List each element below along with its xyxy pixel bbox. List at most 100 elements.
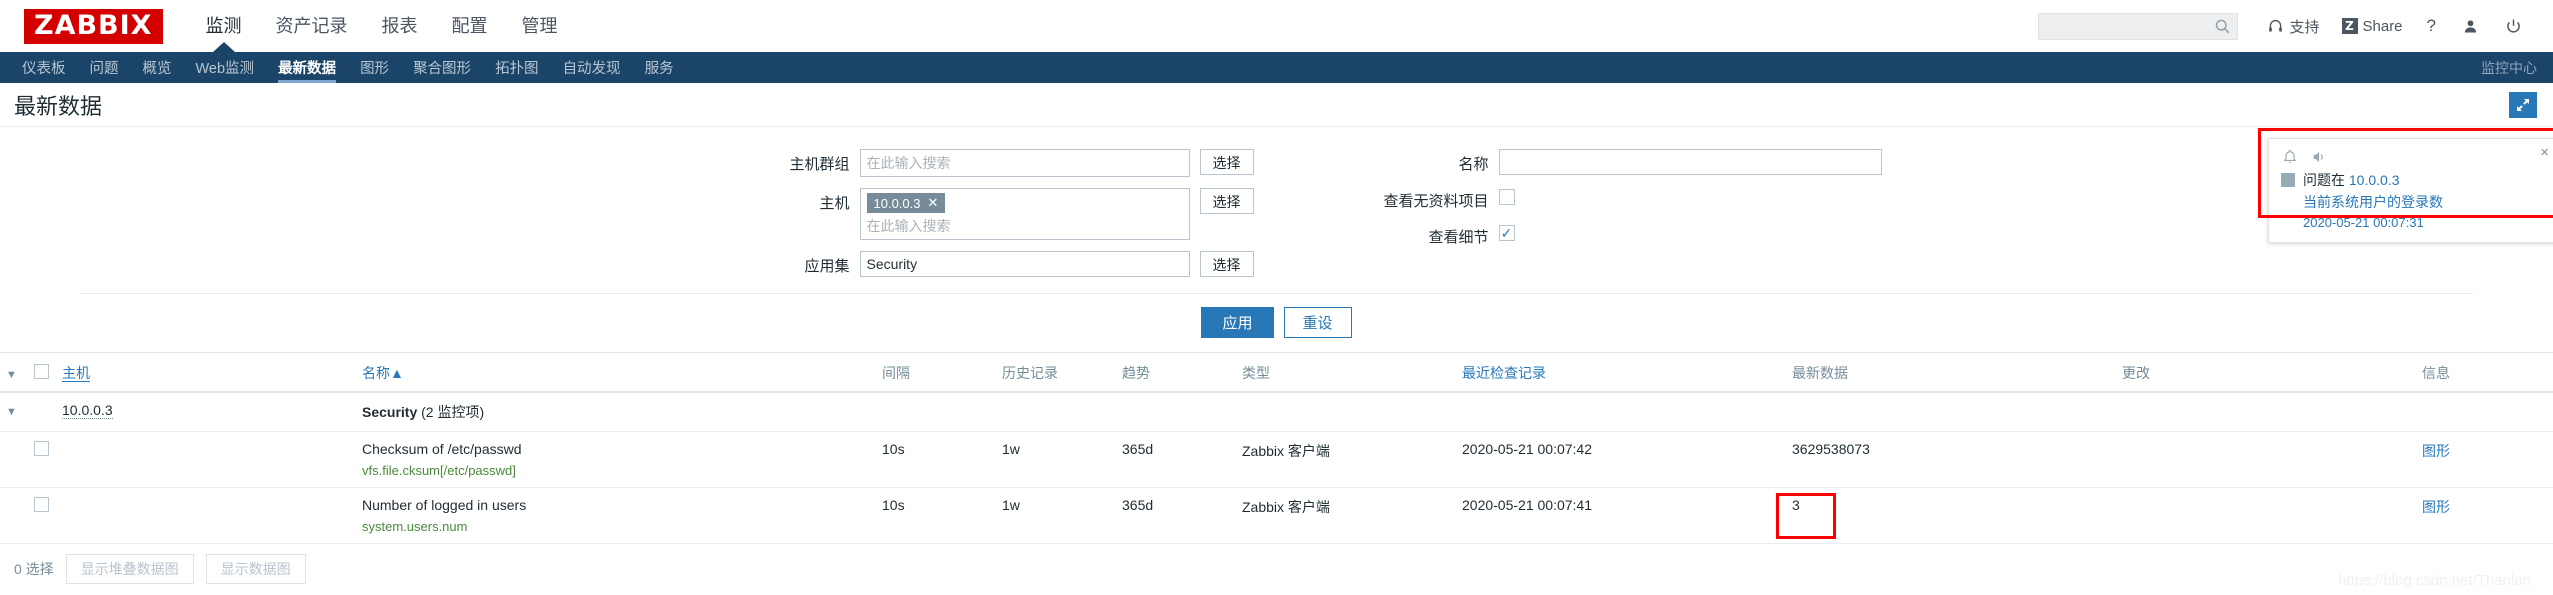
search-icon[interactable] [2214,18,2231,35]
table-header-row: ▼ 主机 名称▲ 间隔 历史记录 趋势 类型 最近检查记录 最新数据 更改 信息 [0,355,2553,393]
group-expand-cell[interactable]: ▼ [0,392,28,432]
row-select-cell[interactable] [28,431,56,488]
hosts-select-button[interactable]: 选择 [1199,188,1254,214]
host-groups-placeholder: 在此输入搜索 [866,155,951,171]
share-link[interactable]: Z Share [2331,18,2414,35]
filter-column-right: 名称 查看无资料项目 查看细节 ✓ [1349,149,1882,277]
row-change-cell [2116,487,2416,544]
row-checkbox[interactable] [34,497,49,512]
row-checkbox[interactable] [34,441,49,456]
sub-nav-item-graphs[interactable]: 图形 [348,52,401,83]
notification-text: 问题在 10.0.0.3 当前系统用户的登录数 2020-05-21 00:07… [2303,170,2443,230]
host-tag-remove-icon[interactable]: ✕ [928,195,939,211]
row-last-check-cell: 2020-05-21 00:07:41 [1456,487,1786,544]
row-name-cell[interactable]: Checksum of /etc/passwd vfs.file.cksum[/… [356,431,876,488]
main-nav-item-reports[interactable]: 报表 [365,0,435,52]
row-type-cell: Zabbix 客户端 [1236,487,1456,544]
user-profile-button[interactable] [2449,18,2492,35]
hosts-input[interactable]: 10.0.0.3 ✕ 在此输入搜索 [859,188,1190,240]
main-nav-item-configuration[interactable]: 配置 [435,0,505,52]
expand-all-header[interactable]: ▼ [0,355,28,393]
row-name-cell[interactable]: Number of logged in users system.users.n… [356,487,876,544]
row-info-cell[interactable]: 图形 [2416,431,2553,488]
filter-column-left: 主机群组 在此输入搜索 选择 主机 10.0.0.3 ✕ 在此输入搜索 选择 应… [732,149,1254,277]
user-icon [2464,19,2477,32]
show-without-data-checkbox[interactable] [1498,189,1515,205]
row-history-cell: 1w [996,431,1116,488]
sub-nav-item-screens[interactable]: 聚合图形 [401,52,483,83]
notification-toolbar [2279,147,2547,170]
close-icon[interactable]: × [2540,144,2549,161]
watermark: https://blog.csdn.net/Thanlon [2338,572,2531,589]
sub-nav-item-dashboard[interactable]: 仪表板 [10,52,78,83]
header-name[interactable]: 名称▲ [356,355,876,393]
search-input[interactable] [2047,17,2215,35]
main-nav-label: 报表 [381,16,418,36]
display-graph-button[interactable]: 显示数据图 [205,554,306,584]
sub-nav-item-discovery[interactable]: 自动发现 [551,52,633,83]
sub-nav-item-maps[interactable]: 拓扑图 [483,52,551,83]
sign-out-button[interactable] [2492,18,2535,35]
main-nav-item-administration[interactable]: 管理 [505,0,575,52]
applications-label: 应用集 [804,258,850,275]
question-mark-icon: ? [2426,16,2436,35]
row-info-cell[interactable]: 图形 [2416,487,2553,544]
zabbix-logo[interactable]: ZABBIX [24,8,163,44]
name-input[interactable] [1498,149,1882,175]
power-icon [2507,19,2520,33]
graph-link[interactable]: 图形 [2422,499,2450,515]
global-search[interactable] [2038,12,2239,40]
sub-nav-label: Web监测 [195,61,255,77]
host-groups-input[interactable]: 在此输入搜索 [859,149,1190,177]
sub-nav-item-latest-data[interactable]: 最新数据 [266,52,348,83]
host-tag[interactable]: 10.0.0.3 ✕ [866,193,946,213]
reset-button[interactable]: 重设 [1283,307,1352,338]
help-button[interactable]: ? [2414,16,2449,36]
bell-icon[interactable] [2283,149,2297,165]
row-select-cell[interactable] [28,487,56,544]
sub-nav-label: 服务 [644,61,674,77]
severity-indicator [2281,173,2295,187]
header-host[interactable]: 主机 [56,355,356,393]
main-nav-label: 管理 [521,16,558,36]
speaker-icon[interactable] [2311,149,2327,165]
sub-nav-item-services[interactable]: 服务 [633,52,686,83]
support-link[interactable]: 支持 [2256,16,2330,37]
notification-content: 问题在 10.0.0.3 当前系统用户的登录数 2020-05-21 00:07… [2279,170,2547,230]
row-last-value-cell: 3629538073 [1786,431,2116,488]
sub-nav-item-web[interactable]: Web监测 [184,52,267,83]
notification-trigger[interactable]: 当前系统用户的登录数 [2303,192,2443,212]
select-all-checkbox[interactable] [34,364,49,379]
graph-link[interactable]: 图形 [2422,443,2450,459]
show-details-checkbox[interactable]: ✓ [1498,225,1515,241]
sub-nav-item-overview[interactable]: 概览 [131,52,184,83]
item-key: vfs.file.cksum[/etc/passwd] [362,463,516,478]
sub-nav-label: 聚合图形 [413,61,472,77]
sub-nav-item-problems[interactable]: 问题 [78,52,131,83]
chevron-down-icon[interactable]: ▼ [6,369,17,381]
host-groups-select-button[interactable]: 选择 [1199,149,1254,175]
kiosk-mode-button[interactable] [2509,92,2537,118]
row-host-cell [56,431,356,488]
applications-input[interactable]: Security [859,251,1190,277]
filter-row-applications: 应用集 Security 选择 [732,251,1254,277]
fullscreen-icon [2517,99,2529,111]
show-details-label: 查看细节 [1428,229,1489,246]
row-change-cell [2116,431,2416,488]
notification-title: 问题在 10.0.0.3 [2303,170,2443,190]
display-stacked-graph-button[interactable]: 显示堆叠数据图 [65,554,194,584]
sub-nav-label: 最新数据 [278,61,337,77]
row-history-cell: 1w [996,487,1116,544]
applications-select-button[interactable]: 选择 [1199,251,1254,277]
main-nav-item-inventory[interactable]: 资产记录 [259,0,365,52]
row-spacer-cell [0,431,28,488]
main-nav-item-monitoring[interactable]: 监测 [189,0,259,52]
notification-host[interactable]: 10.0.0.3 [2349,172,2400,188]
select-all-header[interactable] [28,355,56,393]
apply-button[interactable]: 应用 [1201,307,1274,338]
filter-row-name: 名称 [1349,149,1882,175]
group-host-cell[interactable]: 10.0.0.3 [56,392,356,432]
header-last-check[interactable]: 最近检查记录 [1456,355,1786,393]
chevron-down-icon[interactable]: ▼ [6,406,17,418]
host-link[interactable]: 10.0.0.3 [62,402,113,419]
